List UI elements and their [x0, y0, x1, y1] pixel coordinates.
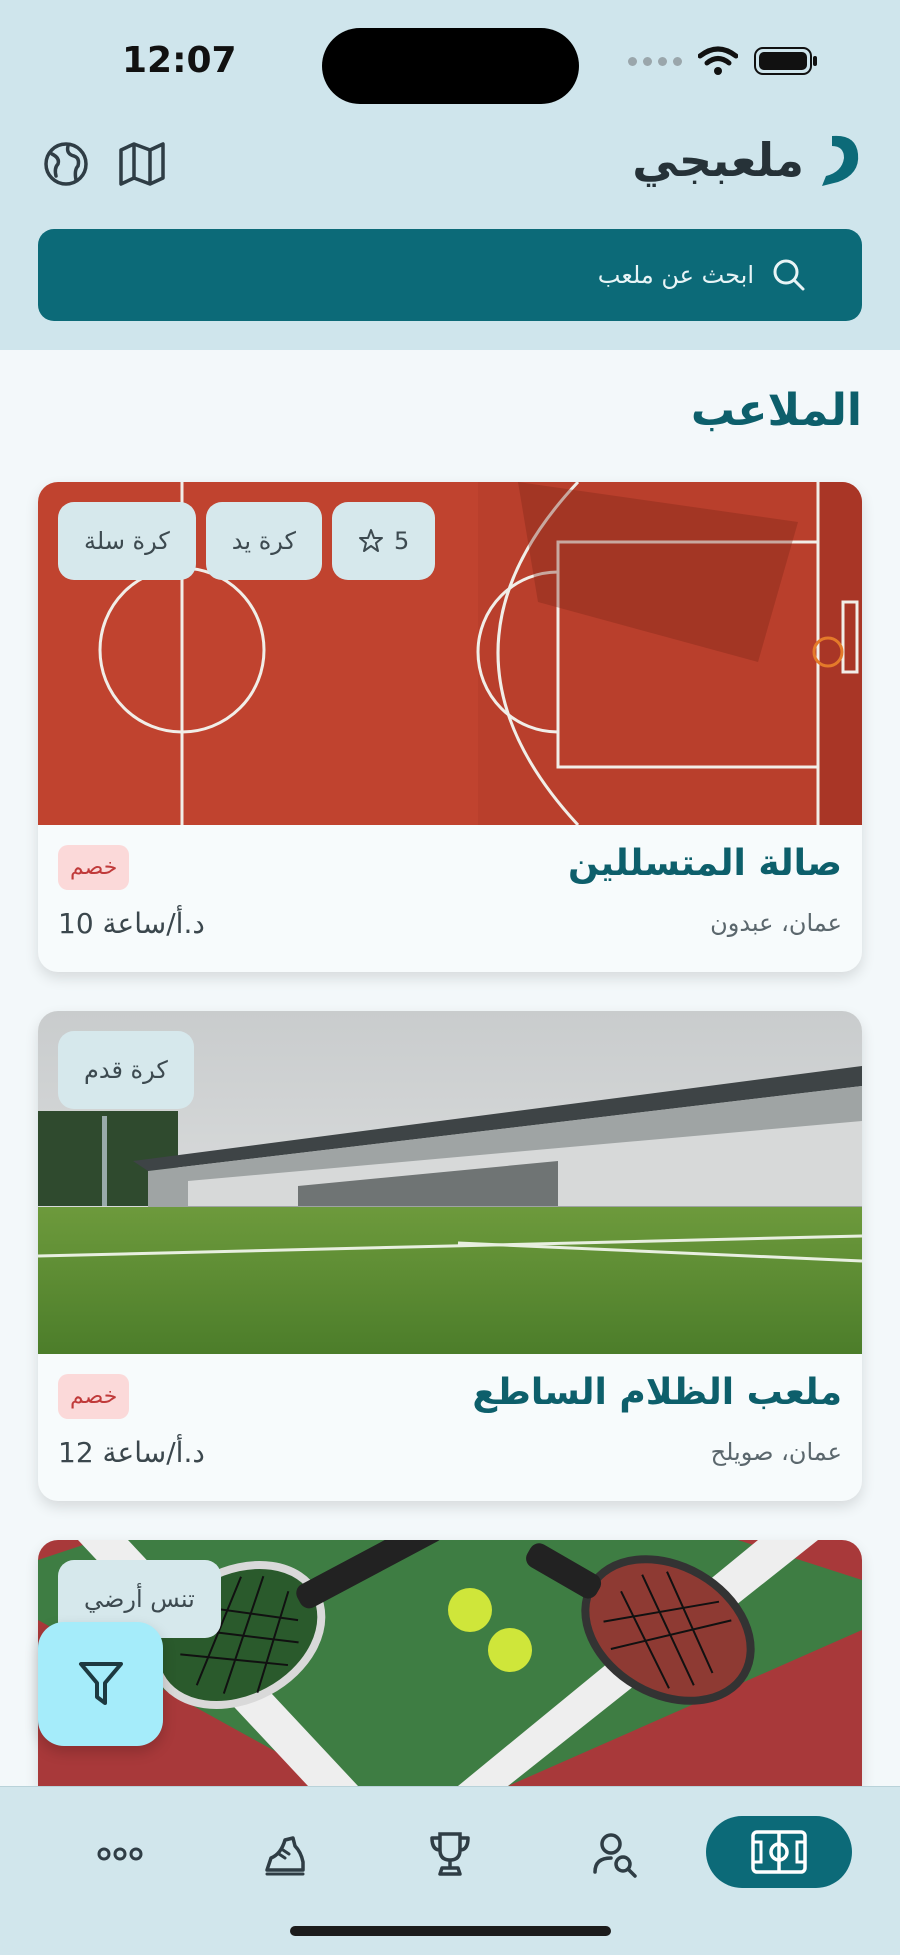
brand-name: ملعبجي — [632, 133, 804, 187]
venue-title: صالة المتسللين — [568, 843, 842, 884]
filter-icon — [78, 1662, 123, 1705]
dynamic-island — [322, 28, 579, 104]
search-icon — [773, 259, 805, 291]
card-info: ملعب الظلام الساطع عمان، صويلح خصم 12 د.… — [38, 1354, 862, 1501]
venue-location: عمان، صويلح — [710, 1438, 842, 1466]
sport-chip: كرة قدم — [58, 1031, 194, 1109]
shoe-icon[interactable] — [242, 1819, 328, 1889]
venue-image: كرة قدم — [38, 1011, 862, 1354]
venue-card[interactable]: كرة قدم ملعب الظلام الساطع عمان، صويلح خ… — [38, 1011, 862, 1501]
filter-button[interactable] — [38, 1622, 163, 1746]
header-actions — [40, 138, 168, 190]
rating-value: 5 — [393, 527, 410, 555]
rating-chip: 5 — [331, 502, 436, 580]
home-indicator — [290, 1926, 611, 1936]
battery-icon — [754, 47, 817, 75]
section-title: الملاعب — [690, 385, 862, 436]
discount-badge: خصم — [58, 845, 130, 890]
status-icons — [628, 46, 818, 76]
venue-title: ملعب الظلام الساطع — [472, 1372, 842, 1413]
signal-icon — [628, 56, 682, 66]
top-header: 12:07 ملعبجي ابحث عن ملعب — [0, 0, 900, 350]
chip-row: 5 كرة يد كرة سلة — [58, 502, 436, 580]
field-icon[interactable] — [706, 1816, 852, 1888]
more-icon[interactable] — [77, 1819, 163, 1889]
venue-price: 12 د.أ/ساعة — [58, 1436, 205, 1469]
map-icon[interactable] — [116, 138, 168, 190]
trophy-icon[interactable] — [407, 1819, 493, 1889]
star-icon — [358, 529, 383, 552]
sport-chip: كرة سلة — [58, 502, 196, 580]
card-info: صالة المتسللين عمان، عبدون خصم 10 د.أ/سا… — [38, 825, 862, 972]
discount-badge: خصم — [58, 1374, 130, 1419]
venue-image: 5 كرة يد كرة سلة — [38, 482, 862, 825]
venue-location: عمان، عبدون — [710, 909, 842, 937]
status-time: 12:07 — [122, 40, 237, 81]
search-bar[interactable]: ابحث عن ملعب — [38, 229, 862, 321]
sport-chip: كرة يد — [205, 502, 322, 580]
wifi-icon — [698, 46, 738, 75]
brand: ملعبجي — [632, 132, 864, 188]
user-search-icon[interactable] — [572, 1819, 658, 1889]
globe-icon[interactable] — [40, 138, 92, 190]
venue-price: 10 د.أ/ساعة — [58, 907, 205, 940]
chip-row: كرة قدم — [58, 1031, 194, 1109]
search-placeholder: ابحث عن ملعب — [597, 261, 754, 289]
venue-card[interactable]: 5 كرة يد كرة سلة صالة المتسللين عمان، عب… — [38, 482, 862, 972]
logo-icon — [822, 135, 859, 186]
